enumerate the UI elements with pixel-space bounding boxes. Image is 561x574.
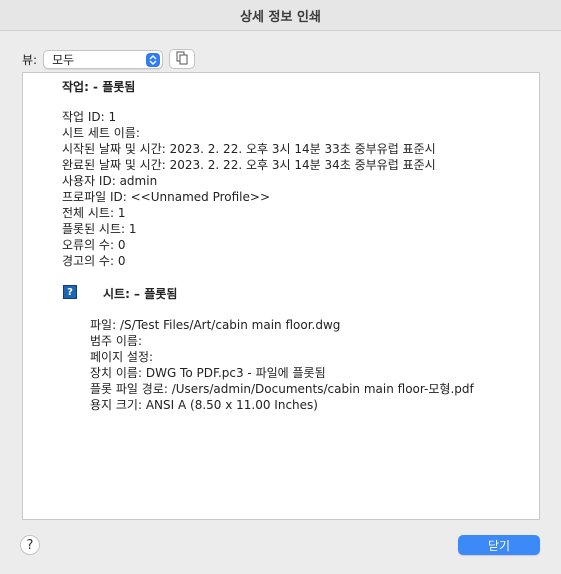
job-detail-line: 전체 시트: 1 xyxy=(62,206,126,220)
title-bar: 상세 정보 인쇄 xyxy=(0,0,561,31)
close-button[interactable]: 닫기 xyxy=(458,535,540,555)
job-detail-line: 시트 세트 이름: xyxy=(62,126,140,140)
job-title: 작업: - 플롯됨 xyxy=(62,80,136,94)
help-icon: ? xyxy=(26,537,34,553)
job-details: 작업 ID: 1 시트 세트 이름: 시작된 날짜 및 시간: 2023. 2.… xyxy=(62,109,436,269)
job-detail-line: 사용자 ID: admin xyxy=(62,174,158,188)
job-detail-line: 오류의 수: 0 xyxy=(62,238,126,252)
job-detail-line: 경고의 수: 0 xyxy=(62,254,126,268)
view-label: 뷰: xyxy=(22,52,38,67)
job-detail-line: 작업 ID: 1 xyxy=(62,110,117,124)
view-select-value: 모두 xyxy=(52,52,75,67)
sheet-title: 시트: – 플롯됨 xyxy=(103,287,178,301)
job-detail-line: 프로파일 ID: <<Unnamed Profile>> xyxy=(62,190,270,204)
sheet-detail-line: 파일: /S/Test Files/Art/cabin main floor.d… xyxy=(90,318,341,332)
sheet-detail-line: 장치 이름: DWG To PDF.pc3 - 파일에 플롯됨 xyxy=(90,366,326,380)
sheet-detail-line: 페이지 설정: xyxy=(90,350,154,364)
sheet-details: 파일: /S/Test Files/Art/cabin main floor.d… xyxy=(90,317,474,413)
copy-icon xyxy=(176,51,188,68)
sheet-detail-line: 용지 크기: ANSI A (8.50 x 11.00 Inches) xyxy=(90,398,318,412)
view-row: 뷰: 모두 xyxy=(22,48,196,70)
details-panel[interactable]: 작업: - 플롯됨 작업 ID: 1 시트 세트 이름: 시작된 날짜 및 시간… xyxy=(22,72,540,520)
view-select[interactable]: 모두 xyxy=(43,49,164,69)
sheet-detail-line: 범주 이름: xyxy=(90,334,143,348)
copy-button[interactable] xyxy=(169,49,196,69)
job-detail-line: 완료된 날짜 및 시간: 2023. 2. 22. 오후 3시 14분 34초 … xyxy=(62,158,436,172)
job-detail-line: 플롯된 시트: 1 xyxy=(62,222,137,236)
chevron-up-down-icon xyxy=(146,52,161,67)
sheet-status-icon: ? xyxy=(63,285,77,299)
job-detail-line: 시작된 날짜 및 시간: 2023. 2. 22. 오후 3시 14분 33초 … xyxy=(62,142,436,156)
help-button[interactable]: ? xyxy=(20,535,40,555)
window-title: 상세 정보 인쇄 xyxy=(240,9,321,25)
sheet-detail-line: 플롯 파일 경로: /Users/admin/Documents/cabin m… xyxy=(90,382,474,396)
